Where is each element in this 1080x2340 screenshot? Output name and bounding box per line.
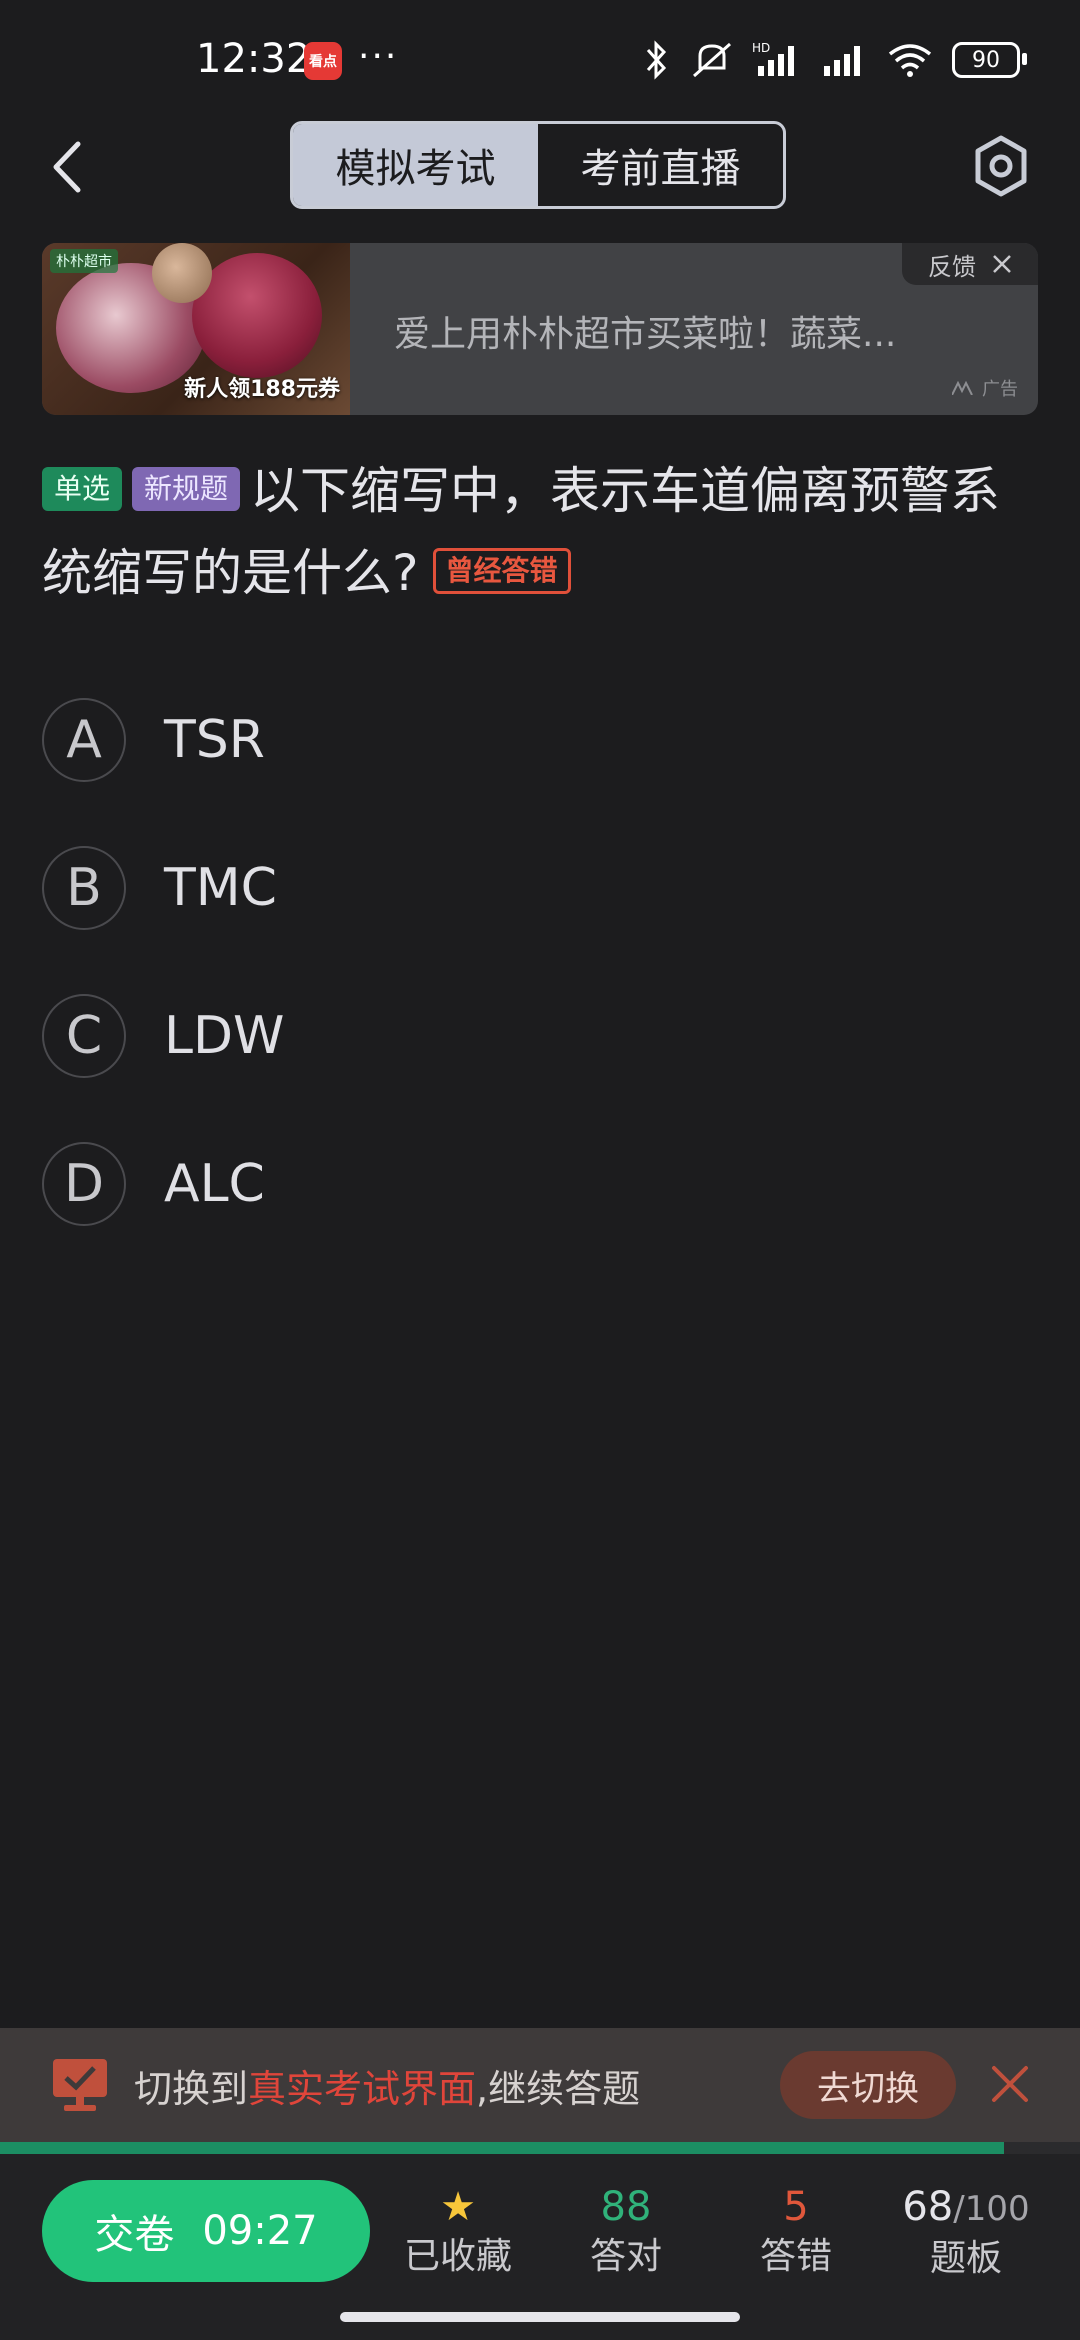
wrong-stat: 5 答错 — [716, 2182, 876, 2282]
switch-prefix: 切换到 — [134, 2067, 249, 2111]
progress-bar — [0, 2142, 1080, 2154]
tab-mock-exam[interactable]: 模拟考试 — [293, 124, 538, 206]
tab-live-stream[interactable]: 考前直播 — [538, 124, 783, 206]
ad-label-text: 广告 — [982, 379, 1018, 400]
svg-text:HD: HD — [752, 41, 770, 55]
close-icon[interactable] — [988, 2062, 1032, 2106]
question: 单选 新规题 以下缩写中，表示车道偏离预警系统缩写的是什么? 曾经答错 — [42, 450, 1032, 614]
current-question: 68 — [902, 2184, 954, 2230]
correct-label: 答对 — [589, 2236, 662, 2277]
exam-timer: 09:27 — [202, 2208, 318, 2254]
signal-hd-icon: HD — [752, 41, 794, 76]
question-board-button[interactable]: 68/100 题板 — [886, 2182, 1046, 2284]
settings-icon[interactable] — [972, 134, 1030, 198]
progress-fill — [0, 2142, 1005, 2154]
question-progress: 68/100 — [886, 2182, 1046, 2234]
option-a[interactable]: A TSR — [42, 695, 1032, 785]
mode-tabs: 模拟考试 考前直播 — [290, 121, 786, 209]
option-d[interactable]: D ALC — [42, 1139, 1032, 1229]
favorite-label: 已收藏 — [403, 2236, 512, 2277]
option-letter: B — [42, 846, 126, 930]
option-text: LDW — [164, 1006, 285, 1066]
monitor-check-icon — [53, 2059, 107, 2111]
new-rule-tag: 新规题 — [132, 466, 241, 511]
bluetooth-icon — [646, 40, 667, 80]
favorite-button[interactable]: ★ 已收藏 — [378, 2182, 538, 2282]
wrong-count: 5 — [783, 2184, 809, 2230]
battery-level: 90 — [972, 47, 1000, 73]
status-icons: HD 90 — [642, 40, 1027, 80]
app-notification-icon: 看点 — [304, 42, 342, 80]
home-indicator[interactable] — [340, 2312, 740, 2322]
board-label: 题板 — [929, 2238, 1002, 2279]
switch-suffix: ,继续答题 — [476, 2067, 641, 2111]
submit-exam-button[interactable]: 交卷 09:27 — [42, 2180, 370, 2282]
switch-highlight: 真实考试界面 — [248, 2067, 477, 2111]
battery-icon: 90 — [952, 42, 1027, 78]
ad-image: 朴朴超市 新人领188元券 — [42, 243, 350, 415]
ad-text: 爱上用朴朴超市买菜啦！蔬菜... — [394, 314, 897, 355]
mute-icon — [693, 42, 731, 78]
back-arrow-icon[interactable] — [46, 140, 90, 194]
close-icon[interactable] — [992, 254, 1012, 274]
option-letter: A — [42, 698, 126, 782]
ad-feedback-label: 反馈 — [928, 252, 976, 281]
ad-promo: 新人领188元券 — [184, 377, 340, 402]
correct-count: 88 — [600, 2184, 652, 2230]
option-text: TSR — [164, 710, 265, 770]
signal-icon — [824, 46, 860, 76]
option-c[interactable]: C LDW — [42, 991, 1032, 1081]
ad-label: 广告 — [952, 375, 1018, 401]
more-notifications-icon: ··· — [358, 36, 399, 77]
option-letter: D — [42, 1142, 126, 1226]
ad-brand: 朴朴超市 — [50, 249, 118, 273]
option-b[interactable]: B TMC — [42, 843, 1032, 933]
switch-message: 切换到真实考试界面,继续答题 — [134, 2058, 640, 2113]
previously-wrong-tag: 曾经答错 — [432, 547, 571, 594]
option-letter: C — [42, 994, 126, 1078]
ad-banner[interactable]: 朴朴超市 新人领188元券 爱上用朴朴超市买菜啦！蔬菜... 反馈 广告 — [42, 243, 1038, 415]
total-questions: /100 — [953, 2189, 1030, 2229]
status-time: 12:32 — [196, 36, 312, 82]
question-type-tag: 单选 — [42, 466, 123, 511]
wrong-label: 答错 — [759, 2236, 832, 2277]
option-text: ALC — [164, 1154, 265, 1214]
ad-feedback-button[interactable]: 反馈 — [902, 243, 1038, 285]
status-bar: 12:32 看点 ··· HD 90 — [0, 0, 1080, 120]
submit-label: 交卷 — [94, 2212, 175, 2258]
switch-mode-bar: 切换到真实考试界面,继续答题 去切换 — [0, 2028, 1080, 2142]
go-switch-button[interactable]: 去切换 — [780, 2051, 956, 2119]
wifi-icon — [888, 44, 932, 77]
ad-logo-icon — [952, 381, 973, 395]
correct-stat: 88 答对 — [546, 2182, 706, 2282]
option-text: TMC — [164, 858, 277, 918]
star-icon: ★ — [440, 2184, 476, 2230]
